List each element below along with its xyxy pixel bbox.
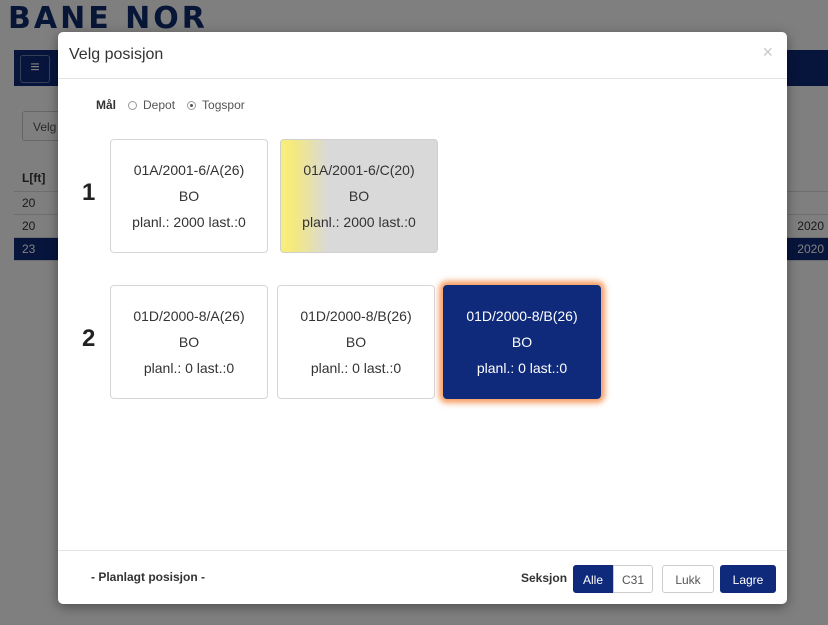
modal-title: Velg posisjon bbox=[69, 46, 164, 63]
modal-header: Velg posisjon × bbox=[58, 32, 787, 79]
position-card-occupied[interactable]: 01A/2001-6/C(20) BO planl.: 2000 last.:0 bbox=[280, 139, 438, 253]
radio-depot-label[interactable]: Depot bbox=[143, 98, 175, 112]
card-type: BO bbox=[511, 334, 533, 350]
lukk-button[interactable]: Lukk bbox=[662, 565, 714, 593]
card-type: BO bbox=[178, 334, 200, 350]
card-status: planl.: 0 last.:0 bbox=[143, 360, 235, 376]
card-status: planl.: 0 last.:0 bbox=[476, 360, 568, 376]
card-type: BO bbox=[348, 188, 370, 204]
modal-footer: - Planlagt posisjon - Seksjon Alle C31 L… bbox=[58, 550, 787, 605]
mal-label: Mål bbox=[96, 98, 117, 112]
card-status: planl.: 2000 last.:0 bbox=[302, 214, 416, 230]
card-code: 01D/2000-8/B(26) bbox=[466, 308, 578, 324]
seksjon-label: Seksjon bbox=[521, 571, 568, 585]
position-card[interactable]: 01D/2000-8/A(26) BO planl.: 0 last.:0 bbox=[110, 285, 268, 399]
position-card[interactable]: 01D/2000-8/B(26) BO planl.: 0 last.:0 bbox=[277, 285, 435, 399]
lagre-button[interactable]: Lagre bbox=[720, 565, 776, 593]
group-number: 1 bbox=[82, 179, 96, 206]
seksjon-alle-button[interactable]: Alle bbox=[573, 565, 613, 593]
card-code: 01D/2000-8/A(26) bbox=[133, 308, 245, 324]
seksjon-c31-button[interactable]: C31 bbox=[613, 565, 653, 593]
position-card[interactable]: 01A/2001-6/A(26) BO planl.: 2000 last.:0 bbox=[110, 139, 268, 253]
close-icon[interactable]: × bbox=[762, 42, 773, 63]
card-status: planl.: 2000 last.:0 bbox=[132, 214, 246, 230]
radio-togspor-label[interactable]: Togspor bbox=[202, 98, 245, 112]
card-status: planl.: 0 last.:0 bbox=[310, 360, 402, 376]
group-number: 2 bbox=[82, 325, 96, 352]
card-code: 01A/2001-6/C(20) bbox=[303, 162, 415, 178]
card-code: 01D/2000-8/B(26) bbox=[300, 308, 412, 324]
radio-depot[interactable] bbox=[128, 100, 138, 110]
position-card-selected[interactable]: 01D/2000-8/B(26) BO planl.: 0 last.:0 bbox=[443, 285, 601, 399]
radio-togspor[interactable] bbox=[187, 100, 197, 110]
card-type: BO bbox=[345, 334, 367, 350]
velg-posisjon-dialog: Velg posisjon × Mål Depot Togspor 1 01A/… bbox=[58, 32, 787, 604]
card-code: 01A/2001-6/A(26) bbox=[133, 162, 245, 178]
mal-radio-group: Mål Depot Togspor bbox=[96, 98, 251, 112]
planned-position-label: - Planlagt posisjon - bbox=[91, 570, 206, 584]
card-type: BO bbox=[178, 188, 200, 204]
